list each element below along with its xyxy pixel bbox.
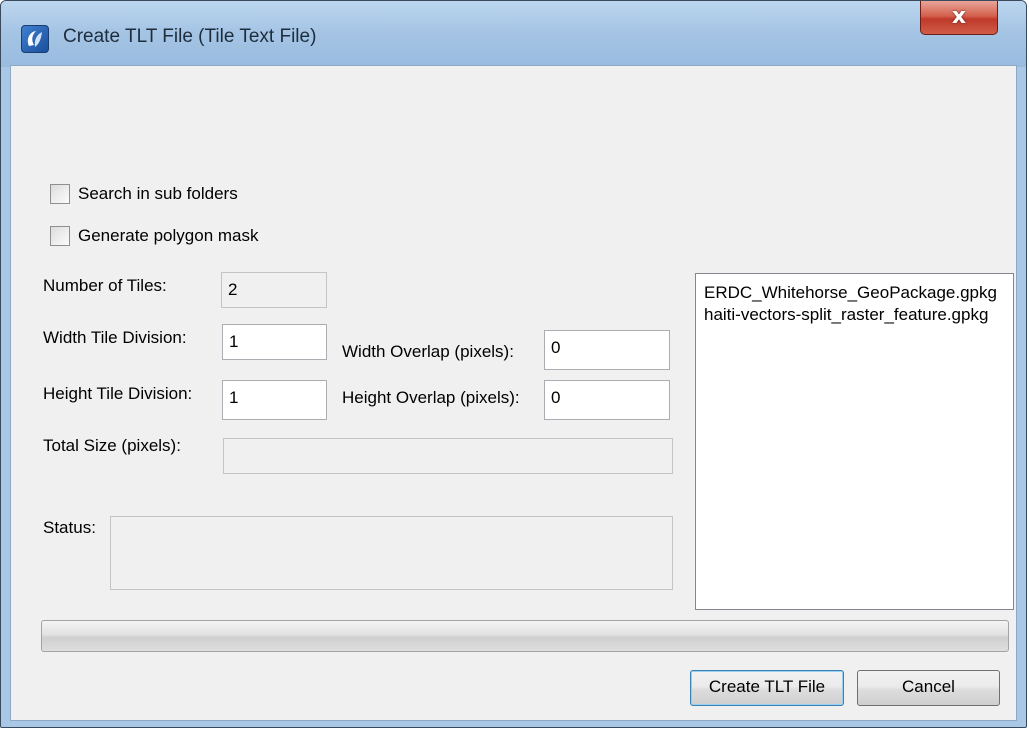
num-tiles-field: 2 — [221, 272, 327, 308]
width-division-label: Width Tile Division: — [43, 328, 187, 347]
height-overlap-input[interactable]: 0 — [544, 380, 670, 420]
list-item[interactable]: haiti-vectors-split_raster_feature.gpkg — [704, 304, 1013, 326]
dialog-window: Create TLT File (Tile Text File) x Searc… — [0, 0, 1027, 728]
total-size-label: Total Size (pixels): — [43, 436, 181, 455]
cancel-button[interactable]: Cancel — [857, 670, 1000, 706]
search-subfolders-label[interactable]: Search in sub folders — [78, 184, 238, 204]
search-subfolders-checkbox[interactable] — [50, 184, 70, 204]
window-title: Create TLT File (Tile Text File) — [63, 26, 317, 47]
status-label: Status: — [43, 518, 96, 537]
dialog-body: Search in sub folders Generate polygon m… — [10, 65, 1017, 721]
progress-bar — [41, 620, 1009, 652]
num-tiles-label: Number of Tiles: — [43, 276, 167, 295]
width-division-input[interactable]: 1 — [222, 324, 327, 360]
close-icon: x — [951, 4, 967, 29]
width-overlap-label: Width Overlap (pixels): — [342, 342, 514, 361]
app-logo-icon — [21, 25, 49, 53]
width-overlap-input[interactable]: 0 — [544, 330, 670, 370]
file-list[interactable]: ERDC_Whitehorse_GeoPackage.gpkg haiti-ve… — [695, 273, 1014, 610]
total-size-field — [223, 438, 673, 474]
create-tlt-file-button[interactable]: Create TLT File — [690, 670, 844, 706]
generate-mask-label[interactable]: Generate polygon mask — [78, 226, 259, 246]
status-box — [110, 516, 673, 590]
height-division-input[interactable]: 1 — [222, 380, 327, 420]
height-division-label: Height Tile Division: — [43, 384, 193, 403]
generate-mask-checkbox[interactable] — [50, 226, 70, 246]
title-bar[interactable]: Create TLT File (Tile Text File) x — [1, 1, 1026, 67]
height-overlap-label: Height Overlap (pixels): — [342, 388, 520, 407]
list-item[interactable]: ERDC_Whitehorse_GeoPackage.gpkg — [704, 282, 1013, 304]
close-button[interactable]: x — [920, 1, 998, 35]
